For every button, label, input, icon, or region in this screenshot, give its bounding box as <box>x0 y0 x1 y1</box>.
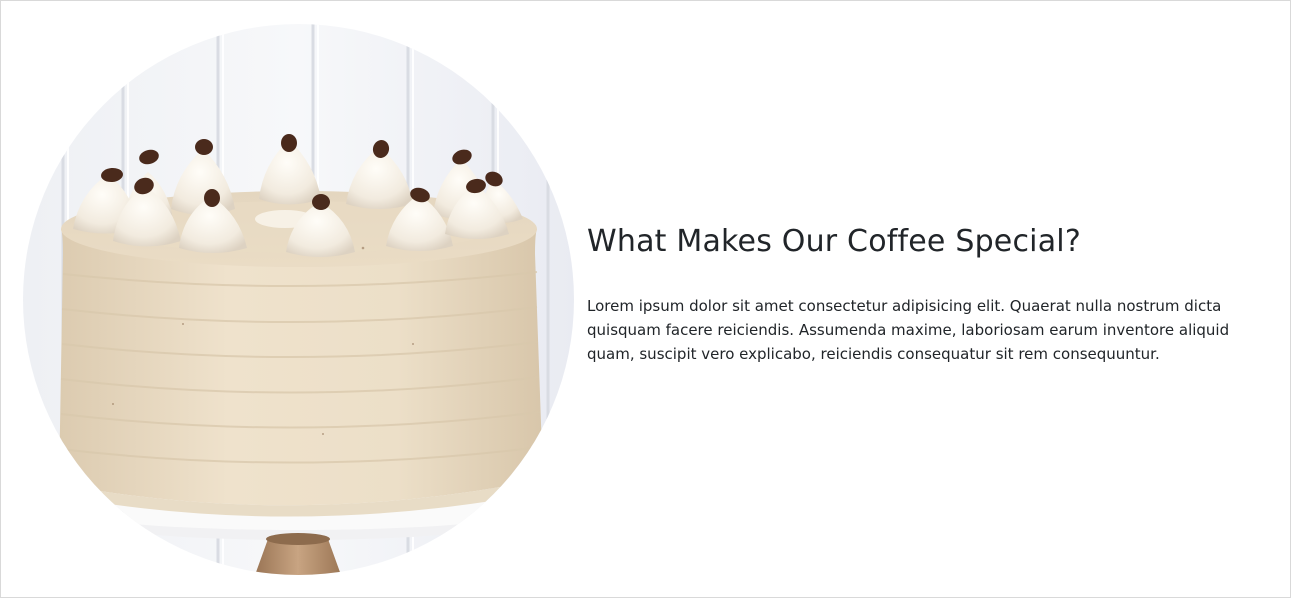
cake-image <box>23 24 574 575</box>
section-title: What Makes Our Coffee Special? <box>587 224 1081 259</box>
cake-photo-icon <box>23 24 574 575</box>
feature-section: What Makes Our Coffee Special? Lorem ips… <box>0 0 1291 598</box>
feature-content: What Makes Our Coffee Special? Lorem ips… <box>587 220 1257 366</box>
section-description: Lorem ipsum dolor sit amet consectetur a… <box>587 297 1230 363</box>
